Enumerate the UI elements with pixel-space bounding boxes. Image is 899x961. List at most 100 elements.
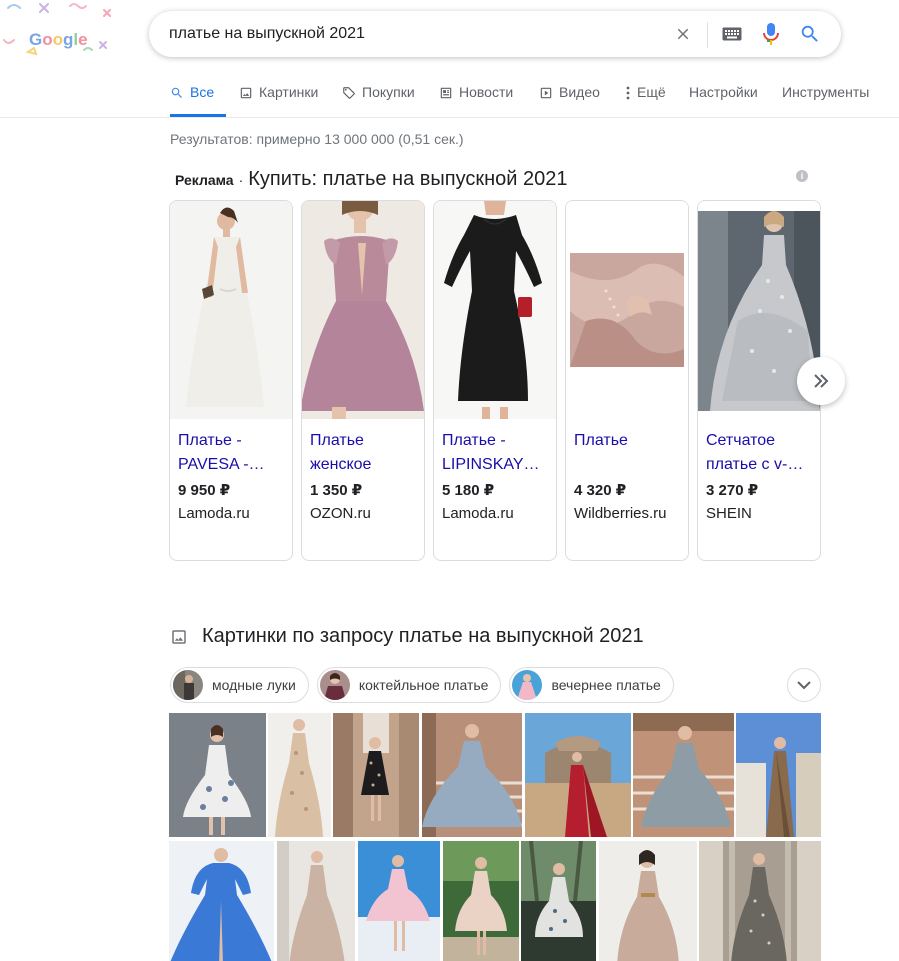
- chip-label: вечернее платье: [551, 677, 661, 693]
- ads-header: Реклама · Купить: платье на выпускной 20…: [175, 168, 568, 191]
- more-vert-icon: [626, 86, 630, 100]
- chip-label: модные луки: [212, 677, 296, 693]
- image-result[interactable]: [699, 841, 821, 961]
- image-result[interactable]: [633, 713, 734, 837]
- image-result[interactable]: [736, 713, 821, 837]
- search-button[interactable]: [798, 22, 822, 46]
- tab-label: Картинки: [259, 84, 319, 100]
- images-section-title[interactable]: Картинки по запросу платье на выпускной …: [202, 625, 644, 648]
- voice-search-button[interactable]: [759, 22, 783, 46]
- search-divider: [707, 22, 708, 48]
- product-name[interactable]: Платье: [574, 429, 682, 453]
- ads-label: Реклама: [175, 172, 234, 188]
- chip-thumbnail: [512, 670, 543, 700]
- chevron-down-icon: [797, 680, 811, 689]
- image-result[interactable]: [358, 841, 440, 961]
- product-name[interactable]: Сетчатое платье с v-…: [706, 429, 814, 477]
- product-price: 3 270 ₽: [706, 482, 759, 499]
- close-icon: [677, 28, 689, 40]
- result-stats: Результатов: примерно 13 000 000 (0,51 с…: [170, 131, 464, 147]
- keyboard-icon: [722, 27, 742, 41]
- chips-expand-button[interactable]: [787, 668, 821, 702]
- tab-label: Ещё: [637, 84, 666, 100]
- google-doodle-logo[interactable]: Google: [0, 0, 125, 62]
- product-card[interactable]: Платье - LIPINSKAY… 5 180 ₽ Lamoda.ru: [433, 200, 557, 561]
- tab-all[interactable]: Все: [170, 84, 226, 117]
- chip-thumbnail: [173, 670, 203, 700]
- keyboard-button[interactable]: [720, 22, 744, 46]
- tab-label: Настройки: [689, 84, 758, 100]
- image-result[interactable]: [443, 841, 519, 961]
- tab-tools[interactable]: Инструменты: [782, 84, 869, 117]
- product-price: 4 320 ₽: [574, 482, 627, 499]
- image-icon: [240, 87, 252, 99]
- product-name[interactable]: Платье женское: [310, 429, 418, 477]
- product-store: Lamoda.ru: [178, 505, 250, 522]
- search-icon: [801, 25, 818, 42]
- image-result[interactable]: [422, 713, 522, 837]
- ads-title: Купить: платье на выпускной 2021: [248, 168, 568, 190]
- info-icon[interactable]: i: [796, 170, 808, 182]
- image-result[interactable]: [525, 713, 631, 837]
- tab-news[interactable]: Новости: [439, 84, 539, 117]
- tag-icon: [343, 87, 355, 99]
- product-store: SHEIN: [706, 505, 752, 522]
- chip-thumbnail: [319, 670, 350, 700]
- tab-label: Покупки: [362, 84, 415, 100]
- microphone-icon: [763, 23, 779, 45]
- chip-label: коктейльное платье: [358, 677, 489, 693]
- image-result[interactable]: [169, 713, 266, 837]
- carousel-next-button[interactable]: [797, 357, 845, 405]
- product-store: OZON.ru: [310, 505, 371, 522]
- images-section-header: Картинки по запросу платье на выпускной …: [170, 625, 644, 648]
- tab-more[interactable]: Ещё: [625, 84, 691, 117]
- tab-images[interactable]: Картинки: [239, 84, 342, 117]
- image-icon: [172, 629, 186, 644]
- image-result[interactable]: [521, 841, 596, 961]
- tab-settings[interactable]: Настройки: [689, 84, 782, 117]
- tab-label: Инструменты: [782, 84, 870, 100]
- tab-shopping[interactable]: Покупки: [342, 84, 439, 117]
- image-result[interactable]: [277, 841, 355, 961]
- newspaper-icon: [440, 87, 452, 99]
- product-price: 9 950 ₽: [178, 482, 231, 499]
- tab-video[interactable]: Видео: [539, 84, 625, 117]
- chip-cocktail-dress[interactable]: коктейльное платье: [316, 667, 502, 703]
- tab-label: Все: [190, 84, 215, 100]
- product-price: 1 350 ₽: [310, 482, 363, 499]
- product-card[interactable]: Платье женское 1 350 ₽ OZON.ru: [301, 200, 425, 561]
- chip-evening-dress[interactable]: вечернее платье: [509, 667, 674, 703]
- image-grid-row: [169, 713, 821, 837]
- tab-label: Новости: [459, 84, 514, 100]
- play-icon: [540, 87, 552, 99]
- product-image: [434, 201, 556, 419]
- search-tabs: Все Картинки Покупки Новости Видео Ещё Н…: [170, 84, 869, 117]
- product-image: [566, 201, 688, 419]
- double-chevron-right-icon: [814, 374, 829, 388]
- image-result[interactable]: [599, 841, 697, 961]
- image-result[interactable]: [268, 713, 331, 837]
- image-grid-row: [169, 841, 821, 961]
- product-card[interactable]: Платье 4 320 ₽ Wildberries.ru: [565, 200, 689, 561]
- product-name[interactable]: Платье - LIPINSKAY…: [442, 429, 550, 477]
- search-box: [149, 11, 841, 57]
- search-input[interactable]: [169, 11, 649, 57]
- product-store: Wildberries.ru: [574, 505, 667, 522]
- image-result[interactable]: [169, 841, 274, 961]
- search-icon: [171, 87, 182, 98]
- related-chips: модные луки коктейльное платье вечернее …: [170, 667, 674, 703]
- product-carousel: Платье - PAVESA -… 9 950 ₽ Lamoda.ru Пла…: [169, 200, 821, 561]
- chip-fashion-looks[interactable]: модные луки: [170, 667, 309, 703]
- product-image: [302, 201, 424, 419]
- product-image: [170, 201, 292, 419]
- svg-text:Google: Google: [29, 30, 88, 49]
- tab-label: Видео: [559, 84, 600, 100]
- ads-separator: ·: [238, 172, 244, 188]
- clear-button[interactable]: [671, 22, 695, 46]
- tabs-divider: [0, 117, 899, 118]
- image-result[interactable]: [333, 713, 419, 837]
- product-store: Lamoda.ru: [442, 505, 514, 522]
- product-card[interactable]: Платье - PAVESA -… 9 950 ₽ Lamoda.ru: [169, 200, 293, 561]
- product-name[interactable]: Платье - PAVESA -…: [178, 429, 286, 477]
- product-price: 5 180 ₽: [442, 482, 495, 499]
